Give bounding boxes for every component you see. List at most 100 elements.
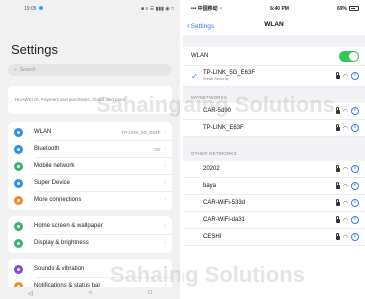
settings-item-wlan[interactable]: WLAN TP-LINK_5G_E63F › [8,124,172,140]
info-icon[interactable]: i [351,233,359,241]
search-input[interactable]: ⌕ Search [8,64,172,76]
lock-icon [335,72,340,79]
settings-item-home-screen-wallpaper[interactable]: Home screen & wallpaper › [8,218,172,234]
bluetooth-icon [14,144,23,154]
wifi-signal-icon: ◠ [342,73,348,80]
other-networks-header: OTHER NETWORKS [183,137,365,161]
super-device-icon [14,178,23,188]
settings-item-mobile-network[interactable]: Mobile network › [8,158,172,174]
nav-home-button[interactable]: ○ [89,290,93,296]
network-name: 20202 [203,166,220,172]
navigation-bar: ◁ ○ □ [0,287,180,299]
lock-icon [335,182,340,189]
settings-item-sounds-vibration[interactable]: Sounds & vibration › [8,261,172,277]
connected-network-security: Weak Security [203,76,229,81]
my-networks-list: CAR-5d90 ◠ i TP-LINK_E63F ◠ i [183,103,365,137]
display-icon [14,238,23,248]
lock-icon [335,199,340,206]
wifi-signal-icon: ◠ [342,125,348,132]
page-title: WLAN [264,21,284,28]
wifi-signal-icon: ◠ [342,234,348,241]
chevron-right-icon: › [164,146,166,152]
navigation-header: ‹Settings WLAN [183,17,365,35]
chevron-right-icon: › [164,163,166,169]
lock-icon [335,216,340,223]
checkmark-icon: ✓ [191,71,198,81]
connected-network-row[interactable]: ✓ TP-LINK_5G_E63F Weak Security ◠ i [183,66,365,87]
network-name: TP-LINK_E63F [203,125,244,131]
status-bar: 19:05 ■ ≡ ☰ ▮▮▮ ◉ □ [0,0,180,18]
battery-percent: 69% [336,5,347,12]
settings-item-label: WLAN [34,129,52,135]
info-icon[interactable]: i [351,199,359,207]
status-icons: ■ ≡ ☰ ▮▮▮ ◉ □ [140,6,174,12]
wlan-toggle-row: WLAN [183,47,365,66]
info-icon[interactable]: i [351,182,359,190]
chevron-right-icon: › [164,129,166,135]
status-bar: ••• 中国移动 ◔ 6:40 PM 69% [183,0,365,17]
settings-item-label: Mobile network [34,163,75,169]
wifi-signal-icon: ◠ [342,108,348,115]
network-row[interactable]: CAR-5d90 ◠ i [183,103,365,120]
settings-item-label: Display & brightness [34,240,89,246]
network-name: baya [203,183,217,189]
info-icon[interactable]: i [351,107,359,115]
chevron-right-icon: › [164,180,166,186]
status-dot-icon [38,6,43,10]
account-text: HUAWEI ID, Payment and purchases, Cloud,… [15,97,126,102]
search-icon: ⌕ [14,67,17,73]
status-time: 19:05 [24,6,37,12]
wifi-icon [14,127,23,137]
my-networks-header: MY NETWORKS [183,87,365,103]
settings-item-label: Home screen & wallpaper [34,223,103,229]
watermark: Sahaing Solutions [183,262,305,287]
chevron-right-icon: › [164,266,166,272]
status-time: 6:40 PM [270,5,289,12]
lock-icon [335,107,340,114]
nav-recents-button[interactable]: □ [148,290,152,296]
network-row[interactable]: 20202 ◠ i [183,161,365,178]
network-row[interactable]: TP-LINK_E63F ◠ i [183,120,365,137]
search-placeholder: Search [19,67,36,73]
info-icon[interactable]: i [351,72,359,80]
ios-wlan-screen: ••• 中国移动 ◔ 6:40 PM 69% ‹Settings WLAN WL… [183,0,365,299]
chevron-right-icon: › [164,240,166,246]
settings-item-label: Sounds & vibration [34,266,85,272]
status-carrier: ••• 中国移动 ◔ [191,6,223,12]
wifi-signal-icon: ◠ [342,183,348,190]
lock-icon [335,124,340,131]
settings-item-display-brightness[interactable]: Display & brightness › [8,235,172,251]
chevron-right-icon: › [163,97,166,102]
toggle-knob [349,51,358,61]
huawei-settings-screen: 19:05 ■ ≡ ☰ ▮▮▮ ◉ □ Settings ⌕ Search HU… [0,0,180,299]
settings-item-value: TP-LINK_5G_E63F [121,129,161,135]
network-row[interactable]: CAR-WiFi-533d ◠ i [183,195,365,212]
section-gap [183,35,365,47]
info-icon[interactable]: i [351,124,359,132]
battery-icon [348,5,359,11]
settings-item-label: More connections [34,197,82,203]
settings-item-value: On [154,146,161,152]
settings-item-label: Super Device [34,180,71,186]
settings-item-label: Bluetooth [34,146,60,152]
settings-item-bluetooth[interactable]: Bluetooth On › [8,141,172,157]
settings-group-display: Home screen & wallpaper › Display & bright… [8,216,172,253]
wifi-signal-icon: ◠ [342,166,348,173]
wifi-signal-icon: ◠ [342,217,348,224]
settings-item-more-connections[interactable]: More connections › [8,192,172,208]
network-row[interactable]: baya ◠ i [183,178,365,195]
info-icon[interactable]: i [351,165,359,173]
settings-item-super-device[interactable]: Super Device › [8,175,172,191]
mobile-network-icon [14,161,23,171]
wlan-toggle[interactable] [339,50,359,62]
settings-group-connectivity: WLAN TP-LINK_5G_E63F › Bluetooth On › Mobile n… [8,122,172,210]
network-row[interactable]: CAR-WiFi-da31 ◠ i [183,212,365,229]
account-card[interactable]: HUAWEI ID, Payment and purchases, Cloud,… [8,86,172,114]
network-name: CAR-WiFi-533d [203,200,246,206]
network-row[interactable]: CESHI ◠ i [183,229,365,246]
network-name: CESHI [203,234,222,240]
sound-icon [14,264,23,274]
home-screen-icon [14,221,23,231]
nav-back-button[interactable]: ◁ [28,290,33,297]
info-icon[interactable]: i [351,216,359,224]
